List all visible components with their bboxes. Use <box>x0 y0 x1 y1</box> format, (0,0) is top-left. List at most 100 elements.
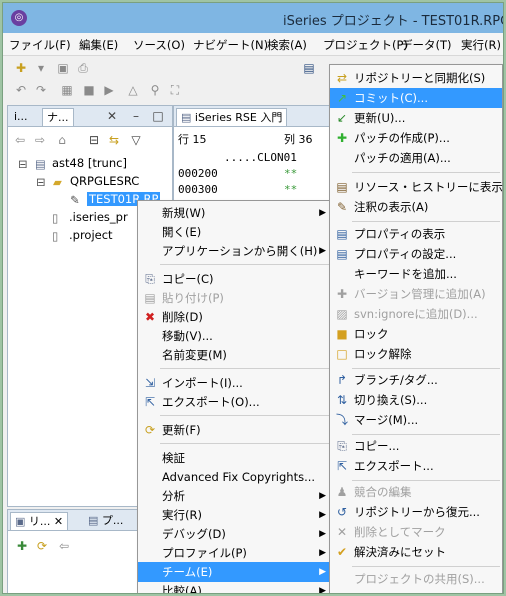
perspective-icon[interactable]: ▤ <box>301 60 317 76</box>
tab-navigator[interactable]: ナ... <box>42 108 74 126</box>
menu-show-history[interactable]: ▤ リソース・ヒストリーに表示(H) <box>330 177 503 197</box>
conflict-icon: ♟ <box>336 485 348 499</box>
menu-set-property[interactable]: ▤ プロパティの設定... <box>330 244 502 264</box>
menu-add-keyword[interactable]: キーワードを追加... <box>330 264 502 284</box>
view-menu-icon[interactable]: ▽ <box>128 132 144 148</box>
refresh-repository-icon[interactable]: ⟳ <box>34 538 50 554</box>
menu-run-as[interactable]: 実行(R) ▶ <box>138 505 332 525</box>
menu-sync[interactable]: ⇄ リポジトリーと同期化(S) <box>330 68 502 88</box>
menu-lock[interactable]: ■ ロック <box>330 324 502 344</box>
link-editor-icon[interactable]: ⇆ <box>106 132 122 148</box>
menu-add-to-svn-ignore[interactable]: ▨ svn:ignoreに追加(D)... <box>330 304 502 324</box>
mark-delete-icon: ✕ <box>336 525 348 539</box>
separator <box>352 480 500 481</box>
warning-icon[interactable]: △ <box>125 82 141 98</box>
nav-back-icon[interactable]: ⇦ <box>12 132 28 148</box>
menu-show-annotation[interactable]: ✎ 注釈の表示(A) <box>330 197 502 217</box>
menu-navigate[interactable]: ナビゲート(N) <box>193 37 268 53</box>
menu-add-to-version-control[interactable]: ✚ バージョン管理に追加(A) <box>330 284 502 304</box>
menu-edit[interactable]: 編集(E) <box>79 37 118 53</box>
menu-share-project[interactable]: プロジェクトの共用(S)... <box>330 569 502 589</box>
navigator-tabstrip: i... ナ... ✕ – □ <box>8 106 172 127</box>
new-dropdown-icon[interactable]: ▾ <box>33 60 49 76</box>
tree-item-iseries-file[interactable]: ▯ .iseries_pr <box>52 208 128 226</box>
editor-line-number: 000300 <box>178 183 218 196</box>
menu-merge[interactable]: ⤵ マージ(M)... <box>330 410 502 430</box>
menu-branch-tag[interactable]: ↱ ブランチ/タグ... <box>330 370 502 390</box>
editor-file-icon: ▤ <box>181 111 195 124</box>
nav-home-icon[interactable]: ⌂ <box>54 132 70 148</box>
collapse-all-icon[interactable]: ⊟ <box>86 132 102 148</box>
resolved-icon: ✔ <box>336 545 348 559</box>
menu-move[interactable]: 移動(V)... <box>138 326 332 346</box>
new-icon[interactable]: ✚ <box>13 60 29 76</box>
menu-export[interactable]: ⇱ エクスポート(O)... <box>138 392 332 412</box>
tree-item-folder[interactable]: ⊟ ▰ QRPGLESRC <box>36 172 139 190</box>
close-icon[interactable]: ✕ <box>104 108 120 124</box>
add-repository-icon[interactable]: ✚ <box>14 538 30 554</box>
menu-profile-as[interactable]: プロファイル(P) ▶ <box>138 543 332 563</box>
tree-item-project[interactable]: ⊟ ▤ ast48 [trunc] <box>18 154 127 172</box>
menu-data[interactable]: データ(T) <box>401 37 452 53</box>
menu-revert-from-repository[interactable]: ↺ リポジトリーから復元... <box>330 502 502 522</box>
menu-new[interactable]: 新規(W) ▶ <box>138 203 332 223</box>
menu-switch[interactable]: ⇅ 切り換え(S)... <box>330 390 502 410</box>
menu-source[interactable]: ソース(O) <box>133 37 185 53</box>
menu-refresh[interactable]: ⟳ 更新(F) <box>138 420 332 440</box>
menu-team-export[interactable]: ⇱ エクスポート... <box>330 456 502 476</box>
expand-icon[interactable]: ⊟ <box>36 173 50 189</box>
menu-team-copy[interactable]: ⎘ コピー... <box>330 436 502 456</box>
menu-mark-as-deleted[interactable]: ✕ 削除としてマーク <box>330 522 502 542</box>
menu-paste[interactable]: ▤ 貼り付け(P) <box>138 288 332 308</box>
tab-editor[interactable]: ▤ iSeries RSE 入門 <box>176 108 288 126</box>
menu-search[interactable]: 検索(A) <box>267 37 307 53</box>
tree-item-project-file[interactable]: ▯ .project <box>52 226 113 244</box>
sync-icon: ⇄ <box>336 71 348 85</box>
tab-properties[interactable]: ▤ プ... <box>84 512 127 529</box>
menu-compare[interactable]: 比較(A) ▶ <box>138 581 332 593</box>
menu-import[interactable]: ⇲ インポート(I)... <box>138 373 332 393</box>
separator <box>160 368 330 369</box>
menu-advanced-fix-copyrights[interactable]: Advanced Fix Copyrights... <box>138 467 332 487</box>
minimize-icon[interactable]: – <box>128 108 144 124</box>
debug-icon[interactable]: ▦ <box>59 82 75 98</box>
tab-iseries[interactable]: i... <box>10 108 32 125</box>
menu-open[interactable]: 開く(E) <box>138 222 332 242</box>
forward-icon[interactable]: ↷ <box>33 82 49 98</box>
menu-rename[interactable]: 名前変更(M) <box>138 345 332 365</box>
search-icon[interactable]: ⚲ <box>147 82 163 98</box>
menu-validate[interactable]: 検証 <box>138 448 332 468</box>
menu-debug-as[interactable]: デバッグ(D) ▶ <box>138 524 332 544</box>
expand-icon[interactable]: ⊟ <box>18 155 32 171</box>
menu-run[interactable]: 実行(R) <box>461 37 501 53</box>
menu-commit[interactable]: ↗ コミット(C)... <box>330 88 502 108</box>
print-icon[interactable]: ⎙ <box>75 60 91 76</box>
menu-analyze[interactable]: 分析 ▶ <box>138 486 332 506</box>
maximize-icon[interactable]: □ <box>150 108 166 124</box>
menu-apply-patch[interactable]: パッチの適用(A)... <box>330 148 502 168</box>
paste-icon: ▤ <box>144 291 156 305</box>
menu-delete[interactable]: ✖ 削除(D) <box>138 307 332 327</box>
back-icon[interactable]: ⇦ <box>56 538 72 554</box>
menu-file[interactable]: ファイル(F) <box>9 37 71 53</box>
menu-project[interactable]: プロジェクト(P) <box>323 37 408 53</box>
menu-mark-resolved[interactable]: ✔ 解決済みにセット <box>330 542 502 562</box>
save-icon[interactable]: ▣ <box>55 60 71 76</box>
menu-unlock[interactable]: □ ロック解除 <box>330 344 502 364</box>
app-logo-icon: ◎ <box>11 10 27 26</box>
folder-icon: ▰ <box>53 175 62 189</box>
stop-icon[interactable]: ■ <box>81 82 97 98</box>
run-icon[interactable]: ▶ <box>101 82 117 98</box>
menu-create-patch[interactable]: ✚ パッチの作成(P)... <box>330 128 502 148</box>
menu-open-with[interactable]: アプリケーションから開く(H) ▶ <box>138 241 332 261</box>
nav-forward-icon[interactable]: ⇨ <box>32 132 48 148</box>
menu-team[interactable]: チーム(E) ▶ <box>138 562 332 582</box>
tab-repository[interactable]: ▣ リ... ✕ <box>10 512 69 530</box>
menu-copy[interactable]: ⎘ コピー(C) <box>138 269 332 289</box>
menu-show-properties[interactable]: ▤ プロパティの表示 <box>330 224 502 244</box>
filter-icon[interactable]: ⛶ <box>167 82 183 98</box>
menu-update[interactable]: ↙ 更新(U)... <box>330 108 502 128</box>
menu-edit-conflicts[interactable]: ♟ 競合の編集 <box>330 482 502 502</box>
back-icon[interactable]: ↶ <box>13 82 29 98</box>
editor-ruler: .....CLON01 <box>224 151 297 164</box>
